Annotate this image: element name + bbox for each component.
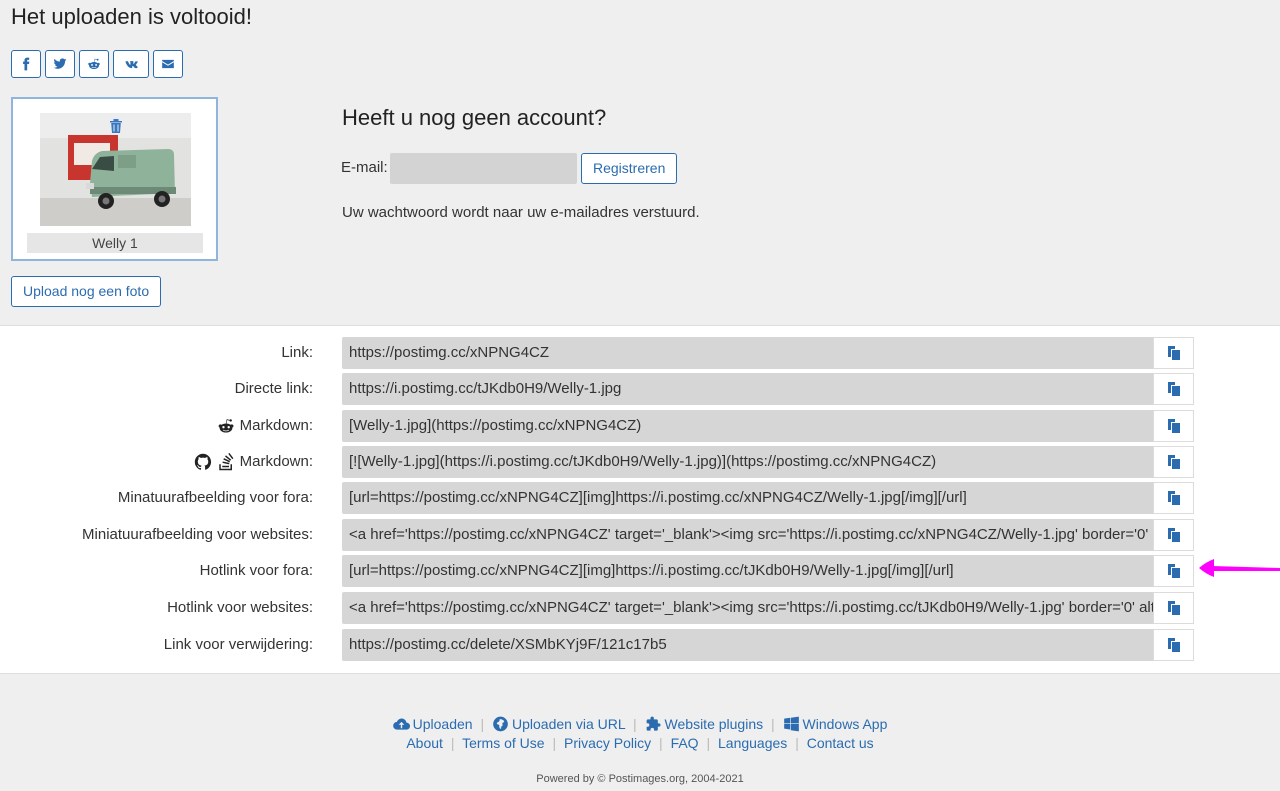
copy-icon: [1167, 346, 1180, 360]
link-field[interactable]: https://i.postimg.cc/tJKdb0H9/Welly-1.jp…: [342, 373, 1153, 405]
copy-button[interactable]: [1153, 482, 1194, 514]
cloud-upload-icon: [392, 716, 410, 735]
link-field[interactable]: https://postimg.cc/delete/XSMbKYj9F/121c…: [342, 629, 1153, 661]
email-label: E-mail:: [341, 159, 388, 176]
vk-icon: [125, 61, 138, 69]
footer-link-languages[interactable]: Languages: [718, 735, 787, 751]
copy-button[interactable]: [1153, 519, 1194, 551]
link-label: Miniatuurafbeelding voor websites:: [82, 526, 313, 543]
share-vk-button[interactable]: [113, 50, 149, 78]
link-label: Hotlink voor websites:: [167, 599, 313, 616]
copy-button[interactable]: [1153, 446, 1194, 478]
footer-links-secondary: About | Terms of Use | Privacy Policy | …: [406, 735, 874, 751]
highlight-arrow-annotation: [1198, 558, 1280, 578]
share-twitter-button[interactable]: [45, 50, 75, 78]
links-panel: Link: https://postimg.cc/xNPNG4CZ Direct…: [0, 325, 1280, 674]
link-field[interactable]: [Welly-1.jpg](https://postimg.cc/xNPNG4C…: [342, 410, 1153, 442]
puzzle-icon: [645, 716, 662, 735]
link-label: Markdown:: [217, 410, 313, 442]
footer-links-primary: Uploaden | Uploaden via URL | Website pl…: [0, 716, 1280, 735]
reddit-icon: [218, 419, 234, 433]
footer-link-contact[interactable]: Contact us: [807, 735, 874, 751]
copy-icon: [1167, 455, 1180, 469]
footer-link-upload[interactable]: Uploaden: [413, 716, 473, 732]
email-field[interactable]: [390, 153, 577, 184]
copy-icon: [1167, 528, 1180, 542]
register-button[interactable]: Registreren: [581, 153, 678, 184]
link-field[interactable]: [![Welly-1.jpg](https://i.postimg.cc/tJK…: [342, 446, 1153, 478]
globe-icon: [492, 716, 509, 735]
link-row-hotlink-forum: Hotlink voor fora: [url=https://postimg.…: [0, 555, 1280, 587]
share-facebook-button[interactable]: [11, 50, 41, 78]
footer-link-privacy[interactable]: Privacy Policy: [564, 735, 651, 751]
copy-button[interactable]: [1153, 373, 1194, 405]
link-field[interactable]: <a href='https://postimg.cc/xNPNG4CZ' ta…: [342, 592, 1153, 624]
share-reddit-button[interactable]: [79, 50, 109, 78]
page-title: Het uploaden is voltooid!: [11, 4, 252, 29]
windows-icon: [783, 716, 800, 735]
powered-by-text: Powered by © Postimages.org, 2004-2021: [536, 773, 744, 785]
copy-button[interactable]: [1153, 629, 1194, 661]
copy-icon: [1167, 601, 1180, 615]
link-field[interactable]: https://postimg.cc/xNPNG4CZ: [342, 337, 1153, 369]
delete-image-button[interactable]: [109, 118, 123, 134]
footer-link-terms[interactable]: Terms of Use: [462, 735, 544, 751]
twitter-icon: [53, 58, 67, 69]
link-row-markdown-reddit: Markdown: [Welly-1.jpg](https://postimg.…: [0, 410, 1280, 442]
password-note: Uw wachtwoord wordt naar uw e-mailadres …: [342, 204, 700, 221]
link-label: Hotlink voor fora:: [199, 562, 313, 579]
link-row-thumb-forum: Minatuurafbeelding voor fora: [url=https…: [0, 482, 1280, 514]
link-row-link: Link: https://postimg.cc/xNPNG4CZ: [0, 337, 1280, 369]
copy-icon: [1167, 491, 1180, 505]
footer-link-faq[interactable]: FAQ: [671, 735, 699, 751]
image-caption: Welly 1: [27, 233, 203, 253]
link-row-thumb-website: Miniatuurafbeelding voor websites: <a hr…: [0, 519, 1280, 551]
link-row-direct: Directe link: https://i.postimg.cc/tJKdb…: [0, 373, 1280, 405]
link-row-markdown-github: Markdown: [![Welly-1.jpg](https://i.post…: [0, 446, 1280, 478]
github-icon: [194, 453, 211, 470]
link-label: Link voor verwijdering:: [163, 636, 313, 653]
footer-link-windows-app[interactable]: Windows App: [803, 716, 888, 732]
link-field[interactable]: [url=https://postimg.cc/xNPNG4CZ][img]ht…: [342, 555, 1153, 587]
copy-button[interactable]: [1153, 410, 1194, 442]
link-label: Minatuurafbeelding voor fora:: [117, 489, 313, 506]
copy-icon: [1167, 638, 1180, 652]
facebook-icon: [23, 57, 30, 71]
footer-link-about[interactable]: About: [406, 735, 443, 751]
copy-icon: [1167, 419, 1180, 433]
link-label: Directe link:: [234, 380, 313, 397]
share-email-button[interactable]: [153, 50, 183, 78]
copy-button[interactable]: [1153, 555, 1194, 587]
copy-icon: [1167, 382, 1180, 396]
arrow-left-icon: [1199, 559, 1280, 577]
copy-button[interactable]: [1153, 592, 1194, 624]
email-icon: [162, 59, 174, 69]
link-row-delete: Link voor verwijdering: https://postimg.…: [0, 629, 1280, 661]
reddit-icon: [88, 58, 100, 70]
link-label: Link:: [281, 344, 313, 361]
link-field[interactable]: <a href='https://postimg.cc/xNPNG4CZ' ta…: [342, 519, 1153, 551]
link-row-hotlink-website: Hotlink voor websites: <a href='https://…: [0, 592, 1280, 624]
uploaded-image-card[interactable]: Welly 1: [11, 97, 218, 261]
stackoverflow-icon: [218, 453, 234, 471]
copy-button[interactable]: [1153, 337, 1194, 369]
upload-another-button[interactable]: Upload nog een foto: [11, 276, 162, 307]
copy-icon: [1167, 564, 1180, 578]
link-field[interactable]: [url=https://postimg.cc/xNPNG4CZ][img]ht…: [342, 482, 1153, 514]
footer-link-plugins[interactable]: Website plugins: [665, 716, 764, 732]
trash-icon: [110, 119, 122, 133]
footer-link-upload-url[interactable]: Uploaden via URL: [512, 716, 625, 732]
link-label: Markdown:: [194, 446, 313, 478]
account-heading: Heeft u nog geen account?: [342, 105, 607, 130]
share-buttons: [11, 50, 183, 78]
